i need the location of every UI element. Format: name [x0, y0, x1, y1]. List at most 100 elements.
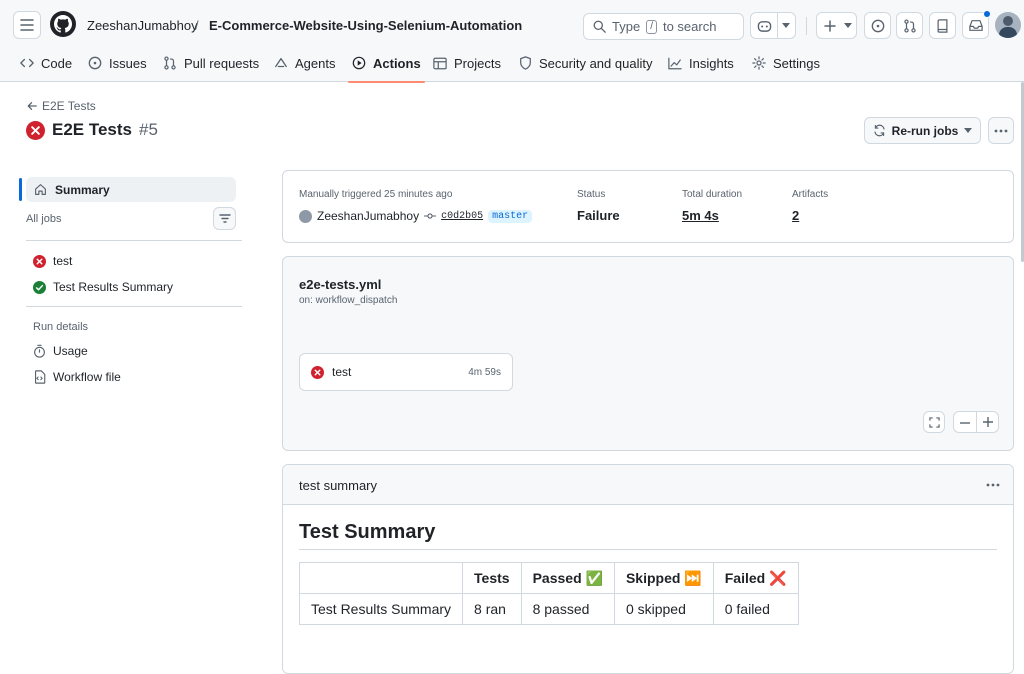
table-cell: 8 passed — [520, 593, 615, 625]
commit-sha-link[interactable]: c0d2b05 — [441, 211, 483, 222]
create-new-button[interactable] — [816, 12, 857, 39]
tab-code[interactable]: Code — [20, 47, 72, 82]
git-commit-icon — [424, 213, 437, 219]
play-icon — [352, 56, 366, 70]
search-suffix: to search — [662, 19, 717, 34]
tab-label: Security and quality — [539, 55, 653, 71]
tab-projects[interactable]: Projects — [433, 47, 501, 82]
sidebar-job-test-results-summary[interactable]: Test Results Summary — [33, 280, 173, 294]
duration-label: Total duration — [682, 189, 743, 200]
screen-full-icon — [928, 416, 940, 428]
tab-pull-requests[interactable]: Pull requests — [163, 47, 259, 82]
header-divider — [806, 17, 807, 35]
table-cell: 0 failed — [712, 593, 799, 625]
chevron-down-icon — [844, 23, 852, 28]
column-header — [298, 562, 464, 594]
issue-opened-icon — [871, 19, 884, 32]
code-icon — [20, 58, 34, 68]
agents-icon — [275, 57, 287, 68]
avatar[interactable] — [995, 12, 1021, 38]
job-node-duration: 4m 59s — [468, 366, 501, 378]
github-logo-icon[interactable] — [50, 11, 76, 37]
back-link[interactable]: E2E Tests — [27, 99, 96, 113]
test-summary-card: test summary Test Summary Tests Passed ✅… — [282, 464, 1014, 674]
divider — [299, 549, 997, 550]
duration-value[interactable]: 5m 4s — [682, 208, 719, 223]
column-header: Passed ✅ — [520, 562, 615, 594]
menu-button[interactable] — [13, 11, 41, 39]
x-circle-fill-icon — [26, 120, 45, 140]
tab-agents[interactable]: Agents — [274, 47, 335, 82]
issue-icon — [88, 56, 102, 70]
table-row: Test Results Summary 8 ran 8 passed 0 sk… — [298, 593, 799, 625]
breadcrumb-separator: / — [195, 18, 199, 33]
tab-label: Actions — [373, 55, 421, 71]
inbox-button[interactable] — [962, 10, 991, 39]
zoom-in-icon[interactable] — [983, 417, 993, 427]
file-code-icon — [34, 370, 46, 384]
job-node-label: test — [332, 365, 352, 379]
sidebar-job-test[interactable]: test — [33, 254, 72, 268]
repo-icon — [937, 18, 948, 33]
test-summary-heading: Test Summary — [299, 521, 436, 543]
pull-request-icon — [164, 56, 176, 70]
copilot-button[interactable] — [750, 12, 796, 39]
tab-issues[interactable]: Issues — [88, 47, 147, 82]
run-details-label: Run details — [33, 321, 89, 333]
filter-icon — [218, 214, 231, 223]
repo-nav: Code Issues Pull requests Agents Actions… — [0, 47, 1024, 83]
triggering-user[interactable]: ZeeshanJumabhoy — [317, 209, 419, 223]
tab-insights[interactable]: Insights — [668, 47, 734, 82]
sync-icon — [874, 124, 885, 137]
table-icon — [433, 57, 447, 69]
workflow-file-name[interactable]: e2e-tests.yml — [299, 277, 381, 292]
all-jobs-label: All jobs — [26, 213, 62, 225]
graph-icon — [668, 57, 682, 69]
tab-label: Settings — [773, 55, 820, 71]
sidebar-job-label: Test Results Summary — [53, 280, 174, 294]
tab-label: Projects — [454, 55, 501, 71]
search-input[interactable]: Type / to search — [583, 13, 744, 40]
trigger-text: Manually triggered 25 minutes ago — [299, 189, 453, 200]
rerun-jobs-button[interactable]: Re-run jobs — [864, 117, 981, 144]
plus-icon — [824, 19, 836, 32]
more-options-button[interactable] — [988, 117, 1014, 144]
zoom-out-icon[interactable] — [960, 422, 970, 424]
trigger-details: ZeeshanJumabhoy c0d2b05 master — [299, 209, 533, 223]
artifacts-count[interactable]: 2 — [792, 208, 799, 223]
filter-jobs-button[interactable] — [213, 207, 236, 230]
hamburger-icon — [20, 19, 34, 31]
sidebar-item-summary[interactable]: Summary — [26, 177, 236, 202]
chevron-down-icon — [782, 23, 790, 28]
pull-requests-button[interactable] — [896, 12, 923, 39]
sidebar-item-workflow-file[interactable]: Workflow file — [33, 370, 121, 384]
job-node-test[interactable]: test 4m 59s — [299, 353, 513, 391]
shield-icon — [520, 56, 531, 70]
kebab-horizontal-icon[interactable] — [986, 483, 1000, 487]
breadcrumb-owner[interactable]: ZeeshanJumabhoy — [87, 18, 198, 33]
fullscreen-button[interactable] — [923, 411, 945, 433]
x-circle-fill-icon — [311, 365, 324, 379]
divider — [26, 240, 242, 241]
issues-button[interactable] — [864, 12, 891, 39]
tab-label: Agents — [295, 55, 336, 71]
stopwatch-icon — [34, 344, 45, 358]
search-prefix: Type — [612, 19, 641, 34]
tab-label: Issues — [109, 55, 147, 71]
tab-actions[interactable]: Actions — [348, 47, 425, 83]
branch-badge[interactable]: master — [488, 209, 533, 223]
pull-request-icon — [903, 18, 916, 33]
tab-security[interactable]: Security and quality — [519, 47, 652, 82]
sidebar-item-usage[interactable]: Usage — [33, 344, 88, 358]
breadcrumb-repo[interactable]: E-Commerce-Website-Using-Selenium-Automa… — [209, 18, 522, 33]
table-cell: 8 ran — [462, 593, 522, 625]
inbox-icon — [968, 20, 983, 31]
repositories-button[interactable] — [929, 12, 956, 39]
page-title: E2E Tests #5 — [26, 120, 158, 140]
tab-settings[interactable]: Settings — [752, 47, 820, 82]
workflow-graph-card: e2e-tests.yml on: workflow_dispatch test… — [282, 256, 1014, 451]
sidebar-summary-label: Summary — [55, 182, 110, 197]
artifacts-label: Artifacts — [792, 189, 829, 200]
table-cell: 0 skipped — [613, 593, 714, 625]
test-results-table: Tests Passed ✅ Skipped ⏭️ Failed ❌ Test … — [298, 562, 799, 625]
